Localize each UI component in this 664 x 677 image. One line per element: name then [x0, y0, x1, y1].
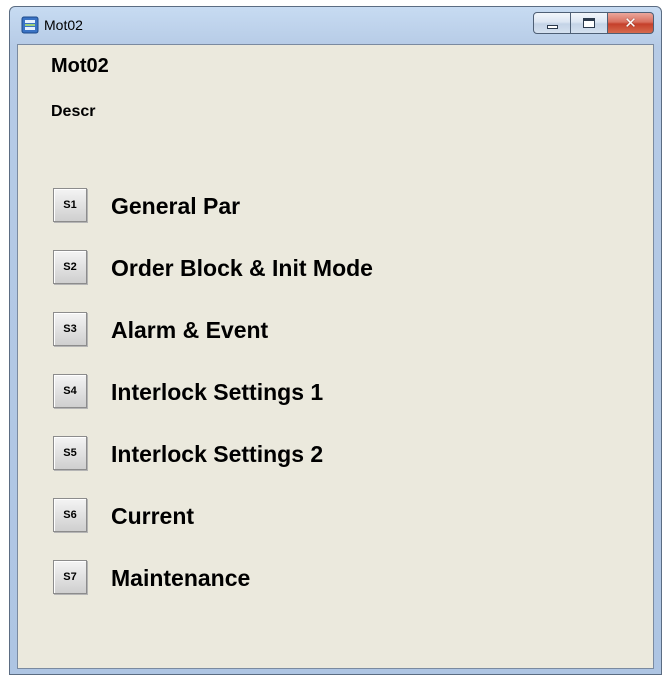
- order-block-init-mode-label[interactable]: Order Block & Init Mode: [111, 255, 373, 282]
- s4-button[interactable]: S4: [53, 374, 87, 408]
- interlock-settings-1-label[interactable]: Interlock Settings 1: [111, 379, 323, 406]
- minimize-button[interactable]: [533, 12, 571, 34]
- window-title: Mot02: [44, 17, 83, 33]
- current-label[interactable]: Current: [111, 503, 194, 530]
- s7-button[interactable]: S7: [53, 560, 87, 594]
- s3-button[interactable]: S3: [53, 312, 87, 346]
- s6-button[interactable]: S6: [53, 498, 87, 532]
- faceplate-icon: [21, 16, 39, 34]
- s5-button[interactable]: S5: [53, 436, 87, 470]
- s1-button[interactable]: S1: [53, 188, 87, 222]
- menu-item-interlock-settings-1: S4 Interlock Settings 1: [53, 374, 573, 436]
- menu-item-general-par: S1 General Par: [53, 188, 573, 250]
- maximize-icon: [583, 18, 595, 28]
- menu-item-current: S6 Current: [53, 498, 573, 560]
- s2-button[interactable]: S2: [53, 250, 87, 284]
- page-title: Mot02: [51, 55, 109, 77]
- title-bar[interactable]: Mot02 ✕: [10, 7, 661, 43]
- alarm-event-label[interactable]: Alarm & Event: [111, 317, 268, 344]
- settings-menu: S1 General Par S2 Order Block & Init Mod…: [53, 188, 573, 622]
- general-par-label[interactable]: General Par: [111, 193, 240, 220]
- window-controls: ✕: [533, 12, 654, 34]
- menu-item-alarm-event: S3 Alarm & Event: [53, 312, 573, 374]
- maximize-button[interactable]: [571, 12, 608, 34]
- menu-item-maintenance: S7 Maintenance: [53, 560, 573, 622]
- minimize-icon: [547, 25, 558, 29]
- menu-item-order-block-init-mode: S2 Order Block & Init Mode: [53, 250, 573, 312]
- close-button[interactable]: ✕: [608, 12, 654, 34]
- description-label: Descr: [51, 103, 96, 120]
- menu-item-interlock-settings-2: S5 Interlock Settings 2: [53, 436, 573, 498]
- maintenance-label[interactable]: Maintenance: [111, 565, 250, 592]
- interlock-settings-2-label[interactable]: Interlock Settings 2: [111, 441, 323, 468]
- close-icon: ✕: [624, 14, 637, 32]
